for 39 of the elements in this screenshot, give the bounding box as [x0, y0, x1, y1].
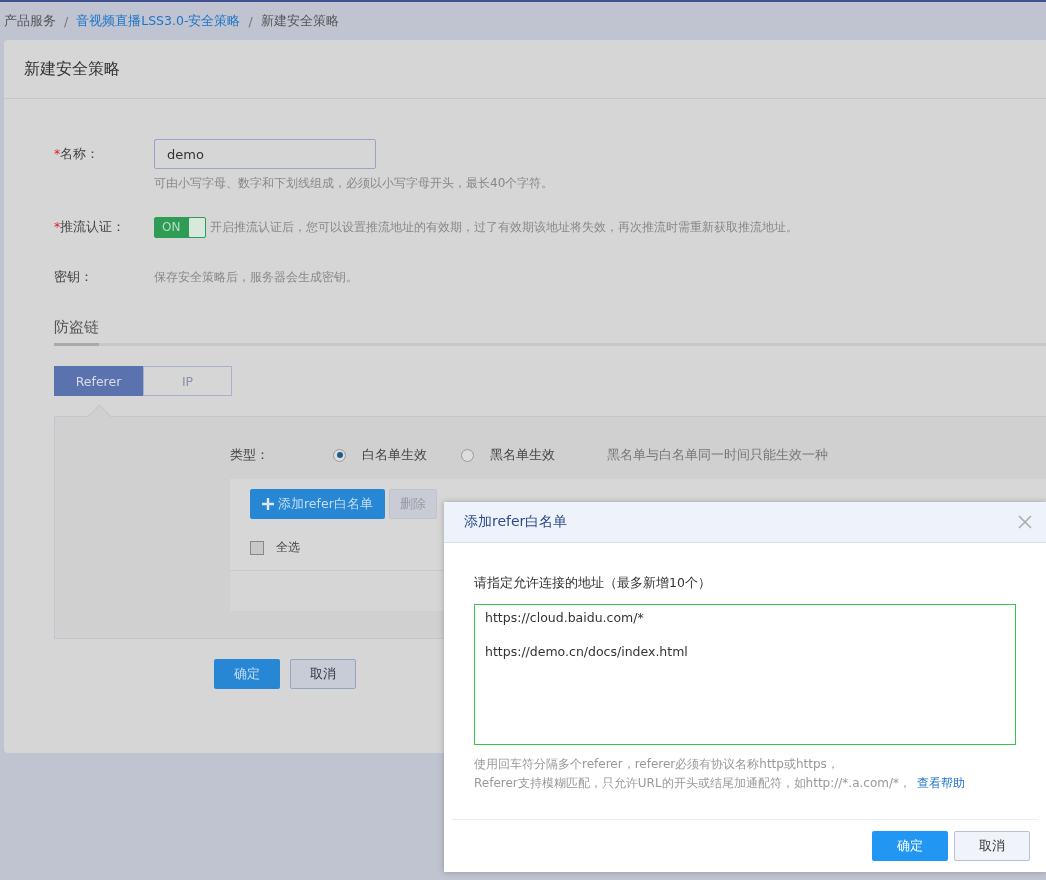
breadcrumb-separator: / [64, 13, 69, 29]
field-label: 名称： [60, 145, 100, 163]
tab[interactable]: Referer [54, 366, 143, 396]
cancel-button[interactable]: 取消 [290, 659, 356, 689]
field-label: 密钥： [54, 268, 93, 286]
required-mark: * [54, 145, 61, 163]
checkbox[interactable] [250, 540, 264, 555]
close-icon[interactable] [1018, 515, 1032, 529]
breadcrumb-link[interactable]: 音视频直播LSS3.0-安全策略 [76, 12, 241, 30]
field-description: 开启推流认证后，您可以设置推流地址的有效期，过了有效期该地址将失效，再次推流时需重新获取推流地址。 [210, 219, 798, 236]
address-textarea[interactable]: https://cloud.baidu.com/* https://demo.cn/docs/index.html [474, 604, 1016, 745]
radio-label: 黑名单生效 [490, 446, 555, 464]
field-description: 保存安全策略后，服务器会生成密钥。 [154, 269, 358, 286]
radio-button[interactable] [461, 448, 474, 462]
breadcrumb-item: 产品服务 [4, 12, 56, 30]
checkbox-label: 全选 [276, 539, 300, 556]
help-link[interactable]: 查看帮助 [917, 776, 965, 790]
breadcrumb-separator: / [248, 13, 253, 29]
dialog-prompt: 请指定允许连接的地址（最多新增10个） [474, 575, 712, 592]
section-title: 防盗链 [54, 318, 99, 346]
dialog-title: 添加refer白名单 [464, 513, 568, 531]
card-title: 新建安全策略 [24, 58, 120, 80]
radio-label: 白名单生效 [362, 446, 427, 464]
name-input[interactable]: demo [154, 139, 376, 169]
field-label: 推流认证： [60, 218, 126, 236]
plus-icon [262, 498, 274, 510]
field-hint: 可由小写字母、数字和下划线组成，必须以小写字母开头，最长40个字符。 [154, 175, 554, 192]
required-mark: * [54, 218, 61, 236]
breadcrumb-item: 新建安全策略 [260, 12, 339, 30]
confirm-button[interactable]: 确定 [214, 659, 280, 689]
tab[interactable]: IP [143, 366, 232, 396]
cancel-button[interactable]: 取消 [954, 831, 1030, 861]
toggle-switch[interactable]: ON [154, 216, 206, 238]
radio-button[interactable] [333, 448, 346, 462]
type-label: 类型： [230, 446, 270, 464]
help-text: Referer支持模糊匹配，只允许URL的开头或结尾加通配符，如http://*.a.com/*， [474, 776, 911, 790]
add-button[interactable]: 添加refer白名单 [250, 489, 385, 519]
confirm-button[interactable]: 确定 [872, 831, 948, 861]
help-text: 使用回车符分隔多个referer，referer必须有协议名称http或https， [474, 757, 839, 771]
